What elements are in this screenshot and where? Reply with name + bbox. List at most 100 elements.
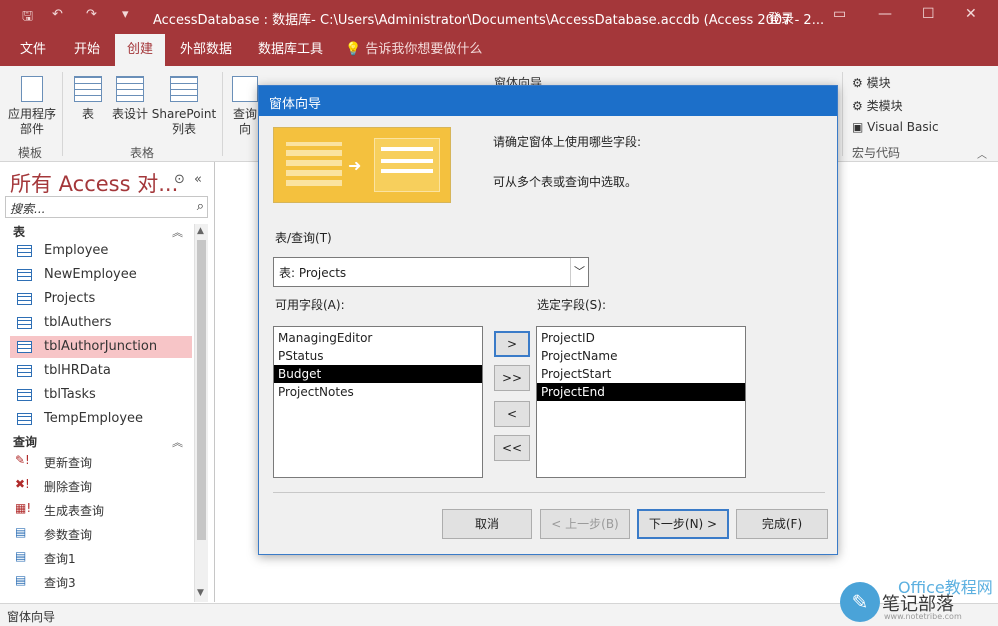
status-text: 窗体向导 — [7, 610, 56, 624]
nav-scrollbar[interactable]: ▲ ▼ — [194, 224, 208, 602]
dialog-title-bar[interactable]: 窗体向导 — [259, 86, 837, 116]
search-icon[interactable]: ⌕ — [197, 199, 204, 214]
list-item[interactable]: ProjectStart — [537, 365, 745, 383]
undo-icon[interactable]: ↶ — [52, 7, 63, 22]
table-query-label: 表/查询(T) — [275, 231, 332, 245]
application-parts-label-2: 部件 — [19, 122, 44, 136]
nav-menu-icon[interactable]: ⊙ — [174, 172, 185, 187]
nav-item-table[interactable]: NewEmployee — [10, 264, 192, 286]
minimize-icon[interactable]: — — [878, 6, 892, 22]
shutter-bar-icon[interactable]: « — [194, 172, 202, 187]
nav-item-label: 生成表查询 — [44, 504, 105, 518]
table-icon — [17, 245, 32, 257]
add-field-button[interactable]: > — [494, 331, 530, 357]
selected-fields-list[interactable]: ProjectID ProjectName ProjectStart Proje… — [536, 326, 746, 478]
list-item-selected[interactable]: Budget — [274, 365, 482, 383]
module-label: 模块 — [866, 76, 891, 90]
table-design-button[interactable]: 表设计 — [108, 76, 152, 122]
nav-item-query[interactable]: ▦! 生成表查询 — [10, 498, 192, 520]
section-tables[interactable]: 表 — [13, 223, 25, 240]
class-module-button[interactable]: ⚙ 类模块 — [852, 97, 903, 114]
query-wizard-button[interactable]: 查询向 — [228, 76, 262, 137]
table-icon — [17, 317, 32, 329]
back-button[interactable]: < 上一步(B) — [540, 509, 630, 539]
table-icon — [74, 76, 102, 102]
nav-header[interactable]: 所有 Access 对... ⊙ « — [4, 164, 214, 196]
redo-icon[interactable]: ↷ — [86, 7, 97, 22]
sharepoint-list-button[interactable]: SharePoint 列表 — [150, 76, 218, 137]
list-item[interactable]: PStatus — [274, 347, 482, 365]
save-icon[interactable]: 🖫 — [22, 7, 33, 29]
close-icon[interactable]: ✕ — [965, 6, 977, 22]
table-design-icon — [116, 76, 144, 102]
nav-item-table-selected[interactable]: tblAuthorJunction — [10, 336, 192, 358]
table-icon — [17, 365, 32, 377]
cancel-button[interactable]: 取消 — [442, 509, 532, 539]
tab-external-data[interactable]: 外部数据 — [178, 34, 234, 66]
form-wizard-dialog: 窗体向导 ➜ 请确定窗体上使用哪些字段: 可从多个表或查询中选取。 表/查询(T… — [258, 85, 838, 555]
application-parts-button[interactable]: 应用程序 部件 — [6, 76, 58, 137]
nav-item-label: tblTasks — [44, 387, 96, 402]
scroll-up-icon[interactable]: ▲ — [197, 226, 204, 236]
login-link[interactable]: 登录 — [768, 8, 794, 27]
scroll-down-icon[interactable]: ▼ — [197, 588, 204, 598]
add-all-fields-button[interactable]: >> — [494, 365, 530, 391]
query-wizard-label: 查询向 — [232, 107, 257, 136]
table-label: 表 — [81, 107, 94, 121]
list-item-selected[interactable]: ProjectEnd — [537, 383, 745, 401]
visual-basic-icon: ▣ — [852, 120, 864, 134]
tab-create[interactable]: 创建 — [115, 34, 166, 66]
nav-item-label: NewEmployee — [44, 267, 137, 282]
class-module-icon: ⚙ — [852, 99, 863, 113]
remove-field-button[interactable]: < — [494, 401, 530, 427]
customize-toolbar-icon[interactable]: ▾ — [122, 7, 129, 22]
nav-item-query[interactable]: ▤ 查询1 — [10, 546, 192, 568]
nav-item-table[interactable]: TempEmployee — [10, 408, 192, 430]
application-parts-icon — [21, 76, 43, 102]
list-item[interactable]: ProjectName — [537, 347, 745, 365]
selected-fields-label: 选定字段(S): — [537, 298, 607, 312]
nav-item-query[interactable]: ✖! 删除查询 — [10, 474, 192, 496]
list-item[interactable]: ManagingEditor — [274, 329, 482, 347]
tab-file[interactable]: 文件 — [18, 34, 48, 66]
group-label-templates: 模板 — [18, 146, 43, 160]
table-query-value: 表: Projects — [279, 266, 347, 280]
list-item[interactable]: ProjectNotes — [274, 383, 482, 401]
collapse-tables-icon[interactable]: ︽ — [172, 224, 183, 240]
dialog-divider — [273, 492, 825, 493]
nav-search-box[interactable]: 搜索... ⌕ — [5, 196, 208, 218]
visual-basic-button[interactable]: ▣ Visual Basic — [852, 120, 939, 134]
section-queries[interactable]: 查询 — [13, 433, 37, 450]
tab-home[interactable]: 开始 — [72, 34, 102, 66]
query-icon: ▤ — [15, 525, 27, 539]
nav-item-query[interactable]: ▤ 查询3 — [10, 570, 192, 592]
table-icon — [17, 269, 32, 281]
nav-item-table[interactable]: Employee — [10, 240, 192, 262]
application-parts-label: 应用程序 — [7, 107, 56, 121]
nav-item-table[interactable]: Projects — [10, 288, 192, 310]
available-fields-list[interactable]: ManagingEditor PStatus Budget ProjectNot… — [273, 326, 483, 478]
delete-query-icon: ✖! — [15, 477, 30, 491]
remove-all-fields-button[interactable]: << — [494, 435, 530, 461]
next-button[interactable]: 下一步(N) > — [637, 509, 729, 539]
ribbon-display-icon[interactable]: ▭ — [833, 6, 846, 22]
table-button[interactable]: 表 — [72, 76, 104, 122]
list-item[interactable]: ProjectID — [537, 329, 745, 347]
nav-item-table[interactable]: tblHRData — [10, 360, 192, 382]
collapse-ribbon-icon[interactable]: ︿ — [977, 146, 987, 161]
collapse-queries-icon[interactable]: ︽ — [172, 434, 183, 450]
scroll-thumb[interactable] — [197, 240, 206, 540]
nav-item-query[interactable]: ✎! 更新查询 — [10, 450, 192, 472]
wizard-illustration-form — [374, 138, 440, 192]
tell-me-search[interactable]: 💡 告诉我你想要做什么 — [345, 34, 482, 66]
finish-button[interactable]: 完成(F) — [736, 509, 828, 539]
chevron-down-icon[interactable]: ﹀ — [570, 258, 588, 286]
nav-item-table[interactable]: tblAuthers — [10, 312, 192, 334]
module-button[interactable]: ⚙ 模块 — [852, 74, 891, 91]
tab-database-tools[interactable]: 数据库工具 — [256, 34, 325, 66]
nav-item-table[interactable]: tblTasks — [10, 384, 192, 406]
module-icon: ⚙ — [852, 76, 863, 90]
nav-item-query[interactable]: ▤ 参数查询 — [10, 522, 192, 544]
table-query-select[interactable]: 表: Projects ﹀ — [273, 257, 589, 287]
maximize-icon[interactable]: ☐ — [922, 6, 935, 22]
